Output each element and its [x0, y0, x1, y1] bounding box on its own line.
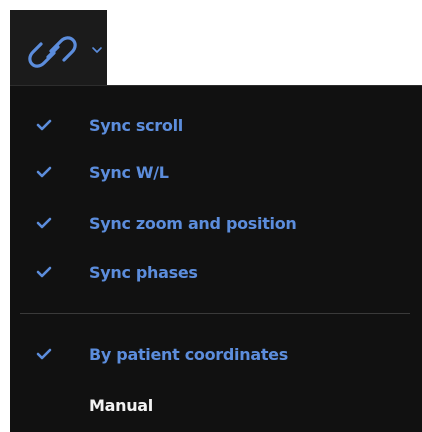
menu-item-label: Manual	[89, 396, 153, 415]
menu-item-by-patient-coordinates[interactable]: By patient coordinates	[10, 335, 422, 375]
menu-item-label: Sync phases	[89, 263, 198, 282]
checkmark-icon	[36, 166, 52, 178]
menu-item-sync-zoom-position[interactable]: Sync zoom and position	[10, 204, 422, 244]
menu-item-label: Sync scroll	[89, 116, 183, 135]
sync-link-button[interactable]	[10, 10, 107, 85]
checkmark-icon	[36, 119, 52, 131]
menu-item-sync-wl[interactable]: Sync W/L	[10, 153, 422, 193]
chevron-down-icon	[92, 47, 102, 53]
checkmark-icon	[36, 266, 52, 278]
menu-item-label: Sync zoom and position	[89, 214, 297, 233]
link-icon	[28, 36, 77, 68]
menu-item-sync-phases[interactable]: Sync phases	[10, 253, 422, 293]
checkmark-icon	[36, 217, 52, 229]
menu-item-manual[interactable]: Manual	[10, 386, 422, 426]
menu-item-label: By patient coordinates	[89, 345, 288, 364]
menu-item-sync-scroll[interactable]: Sync scroll	[10, 106, 422, 146]
menu-divider	[20, 313, 410, 314]
menu-item-label: Sync W/L	[89, 163, 169, 182]
sync-dropdown-menu: Sync scroll Sync W/L Sync zoom and posit…	[10, 85, 422, 432]
checkmark-icon	[36, 348, 52, 360]
